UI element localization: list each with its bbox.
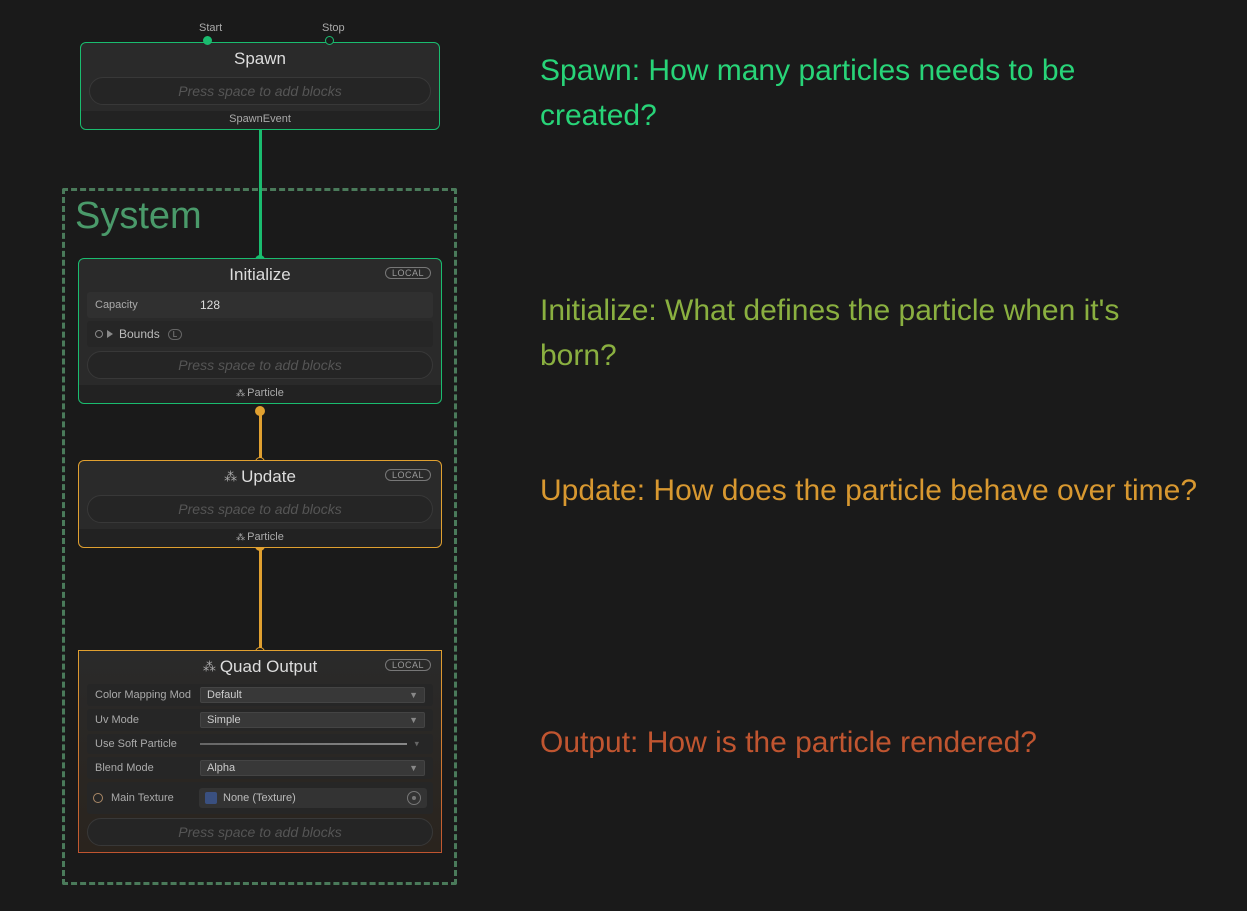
update-output-label: ⁂Particle <box>79 529 441 547</box>
system-label: System <box>75 195 202 238</box>
bounds-row: Bounds L <box>87 321 433 347</box>
description-output: Output: How is the particle rendered? <box>540 720 1037 765</box>
add-blocks-area[interactable]: Press space to add blocks <box>87 495 433 523</box>
port-stop[interactable] <box>325 36 334 45</box>
chevron-down-icon: ▾ <box>414 739 419 750</box>
update-node[interactable]: ⁂Update LOCAL Press space to add blocks … <box>78 460 442 548</box>
texture-swatch-icon <box>205 792 217 804</box>
port-label-stop: Stop <box>322 22 345 34</box>
add-blocks-area[interactable]: Press space to add blocks <box>87 351 433 379</box>
description-update: Update: How does the particle behave ove… <box>540 468 1197 513</box>
picker-icon[interactable] <box>407 791 421 805</box>
texture-field[interactable]: None (Texture) <box>199 788 427 808</box>
cmm-dropdown[interactable]: Default▼ <box>200 687 425 703</box>
chevron-down-icon: ▼ <box>409 715 418 725</box>
connector-port-out[interactable] <box>255 406 265 416</box>
particle-icon: ⁂ <box>224 469 237 485</box>
capacity-value[interactable]: 128 <box>200 298 220 312</box>
local-badge: LOCAL <box>385 267 431 279</box>
spawn-title: Spawn <box>81 43 439 73</box>
bounds-l-badge: L <box>168 329 182 340</box>
cmm-label: Color Mapping Mod <box>95 689 200 701</box>
initialize-output-label: ⁂Particle <box>79 385 441 403</box>
texture-value: None (Texture) <box>223 792 296 804</box>
initialize-node[interactable]: Initialize LOCAL Capacity 128 Bounds L P… <box>78 258 442 404</box>
vfx-graph-canvas[interactable]: System Start Stop Spawn Press space to a… <box>0 0 1247 911</box>
description-spawn: Spawn: How many particles needs to be cr… <box>540 48 1200 138</box>
soft-particle-row: Use Soft Particle ▾ <box>87 734 433 754</box>
particle-icon: ⁂ <box>236 532 245 542</box>
particle-icon: ⁂ <box>236 388 245 398</box>
soft-particle-slider[interactable]: ▾ <box>200 737 425 751</box>
particle-icon: ⁂ <box>203 659 216 675</box>
spawn-input-ports: Start Stop <box>81 22 439 42</box>
chevron-down-icon: ▼ <box>409 763 418 773</box>
bounds-label: Bounds <box>119 327 160 341</box>
local-badge: LOCAL <box>385 469 431 481</box>
description-initialize: Initialize: What defines the particle wh… <box>540 288 1200 378</box>
port-start[interactable] <box>203 36 212 45</box>
uv-dropdown[interactable]: Simple▼ <box>200 712 425 728</box>
capacity-label: Capacity <box>95 299 200 311</box>
capacity-row: Capacity 128 <box>87 292 433 318</box>
uv-label: Uv Mode <box>95 714 200 726</box>
spawn-node[interactable]: Start Stop Spawn Press space to add bloc… <box>80 42 440 130</box>
blend-dropdown[interactable]: Alpha▼ <box>200 760 425 776</box>
blend-mode-row: Blend Mode Alpha▼ <box>87 757 433 779</box>
texture-label: Main Texture <box>111 792 199 804</box>
main-texture-row: Main Texture None (Texture) <box>87 782 433 814</box>
port-label-start: Start <box>199 22 222 34</box>
blend-label: Blend Mode <box>95 762 200 774</box>
chevron-down-icon: ▼ <box>409 690 418 700</box>
bounds-port[interactable] <box>95 330 113 338</box>
color-mapping-row: Color Mapping Mod Default▼ <box>87 684 433 706</box>
output-node[interactable]: ⁂Quad Output LOCAL Color Mapping Mod Def… <box>78 650 442 853</box>
connector-update-output <box>259 546 262 652</box>
local-badge: LOCAL <box>385 659 431 671</box>
add-blocks-area[interactable]: Press space to add blocks <box>89 77 431 105</box>
connector-spawn-initialize <box>259 124 262 260</box>
soft-label: Use Soft Particle <box>95 738 200 750</box>
spawn-output-label: SpawnEvent <box>81 111 439 129</box>
connector-initialize-update <box>259 411 262 462</box>
texture-port[interactable] <box>93 793 103 803</box>
add-blocks-area[interactable]: Press space to add blocks <box>87 818 433 846</box>
uv-mode-row: Uv Mode Simple▼ <box>87 709 433 731</box>
